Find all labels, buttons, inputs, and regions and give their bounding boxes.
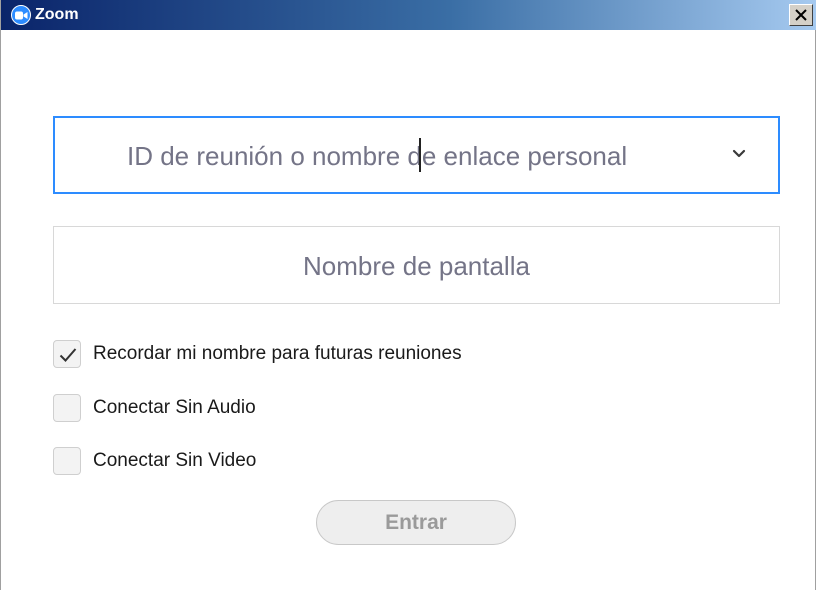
no-audio-label: Conectar Sin Audio xyxy=(93,397,256,418)
meeting-id-placeholder: ID de reunión o nombre de enlace persona… xyxy=(127,141,628,171)
display-name-input[interactable]: Nombre de pantalla xyxy=(53,226,780,304)
no-audio-option[interactable]: Conectar Sin Audio xyxy=(53,394,313,422)
display-name-placeholder: Nombre de pantalla xyxy=(303,251,530,281)
no-video-option[interactable]: Conectar Sin Video xyxy=(53,447,313,475)
remember-name-option[interactable]: Recordar mi nombre para futuras reunione… xyxy=(53,340,563,368)
window-title: Zoom xyxy=(35,6,79,23)
join-button-label: Entrar xyxy=(385,511,447,534)
title-bar[interactable]: Zoom xyxy=(1,0,816,30)
close-button[interactable] xyxy=(789,4,813,26)
zoom-camera-icon xyxy=(11,5,31,25)
chevron-down-icon[interactable] xyxy=(732,148,746,160)
checkmark-icon xyxy=(59,348,77,362)
remember-name-checkbox[interactable] xyxy=(53,340,81,368)
no-video-checkbox[interactable] xyxy=(53,447,81,475)
no-video-label: Conectar Sin Video xyxy=(93,450,257,471)
join-button[interactable]: Entrar xyxy=(316,500,516,545)
text-caret xyxy=(419,138,421,172)
zoom-join-window: Zoom ID de reunión o nombre de enlace pe… xyxy=(0,0,816,590)
no-audio-checkbox[interactable] xyxy=(53,394,81,422)
meeting-id-input[interactable]: ID de reunión o nombre de enlace persona… xyxy=(53,116,780,194)
close-icon xyxy=(795,9,807,21)
remember-name-label: Recordar mi nombre para futuras reunione… xyxy=(93,343,462,364)
